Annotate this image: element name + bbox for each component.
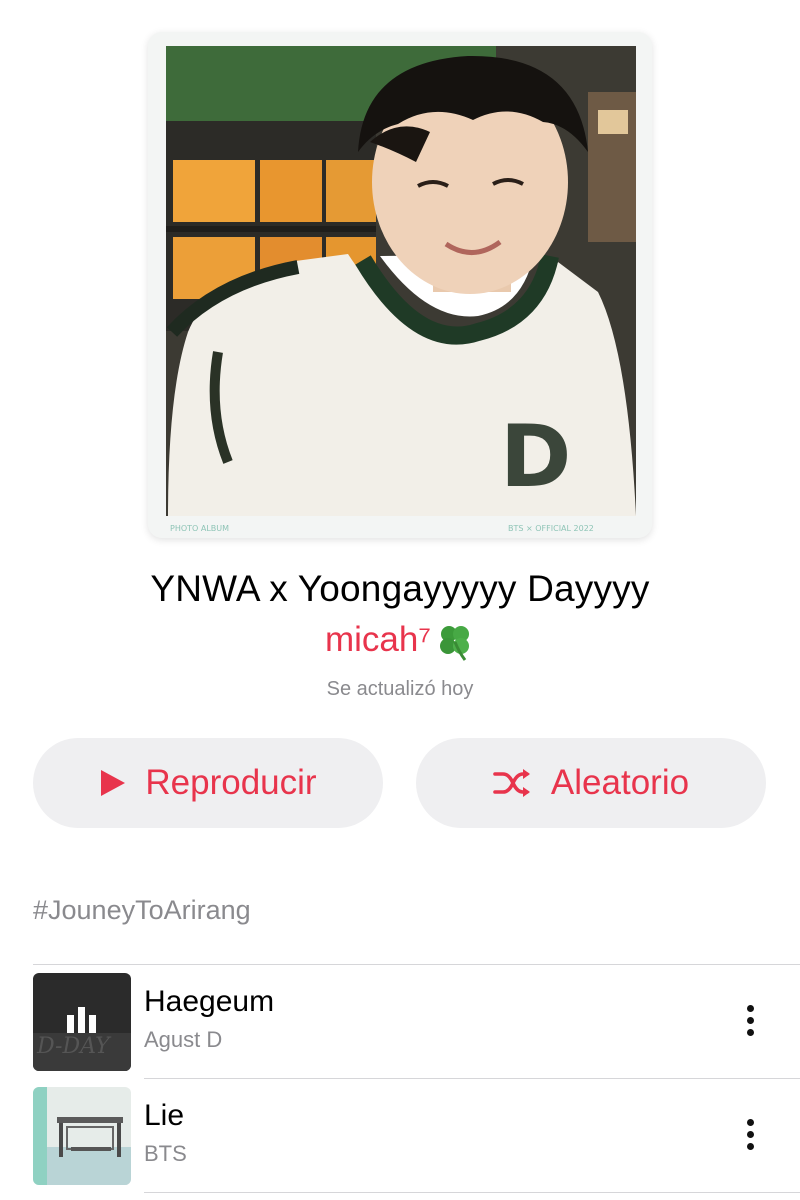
track-title: Lie <box>144 1099 185 1132</box>
play-icon <box>101 770 126 796</box>
shuffle-button[interactable]: Aleatorio <box>416 738 766 828</box>
svg-text:D: D <box>500 407 571 507</box>
curator-link[interactable]: micah⁷ <box>325 620 431 660</box>
updated-label: Se actualizó hoy <box>326 678 474 700</box>
track-title: Haegeum <box>144 985 275 1018</box>
track-row[interactable]: Lie BTS <box>0 1079 800 1193</box>
album-art-bus-stop <box>33 1087 131 1185</box>
more-vertical-icon[interactable] <box>730 995 770 1045</box>
play-button-label: Reproducir <box>145 763 317 802</box>
track-artist: BTS <box>144 1141 187 1166</box>
track-divider <box>144 1192 800 1193</box>
playlist-title: YNWA x Yoongayyyyy Dayyyy <box>150 568 650 609</box>
playlist-description: #JouneyToArirang <box>33 895 251 925</box>
more-vertical-icon[interactable] <box>730 1109 770 1159</box>
play-button[interactable]: Reproducir <box>33 738 383 828</box>
playlist-artwork: D PHOTO ALBUM BTS × OFFICIAL 2022 <box>148 32 652 538</box>
svg-text:BTS × OFFICIAL 2022: BTS × OFFICIAL 2022 <box>508 524 594 533</box>
album-art-d-day: D-DAY <box>33 973 131 1071</box>
curator-row[interactable]: micah⁷ <box>0 618 800 662</box>
playlist-screen: D PHOTO ALBUM BTS × OFFICIAL 2022 YNWA x… <box>0 0 800 1200</box>
artwork-photo: D PHOTO ALBUM BTS × OFFICIAL 2022 <box>148 32 652 538</box>
four-leaf-clover-icon <box>435 622 475 662</box>
track-row[interactable]: D-DAY Haegeum Agust D <box>0 965 800 1079</box>
shuffle-icon <box>493 769 530 797</box>
svg-text:D-DAY: D-DAY <box>36 1034 112 1059</box>
track-artist: Agust D <box>144 1027 223 1052</box>
shuffle-button-label: Aleatorio <box>550 763 690 802</box>
svg-text:PHOTO ALBUM: PHOTO ALBUM <box>170 524 229 533</box>
